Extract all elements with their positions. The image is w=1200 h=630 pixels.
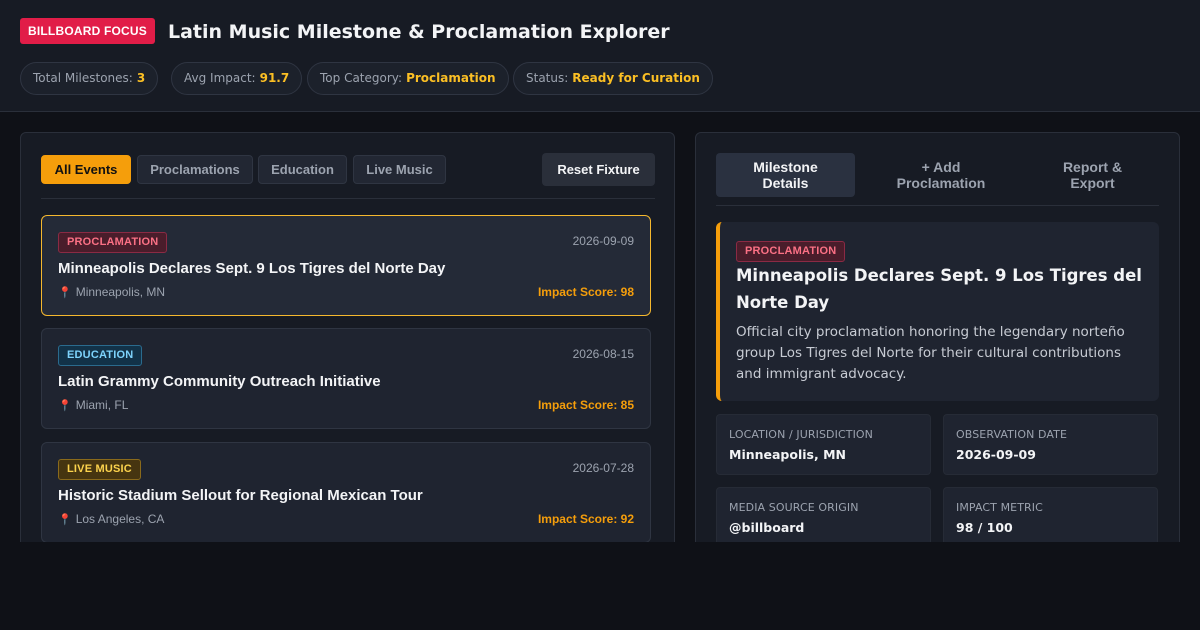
events-panel: All Events Proclamations Education Live … xyxy=(20,132,675,552)
info-location: LOCATION / JURISDICTION Minneapolis, MN xyxy=(716,414,931,475)
impact-score: Impact Score: 98 xyxy=(537,285,634,299)
event-card[interactable]: LIVE MUSIC 2026-07-28 Historic Stadium S… xyxy=(41,442,651,543)
tab-label-line: Report & xyxy=(1062,159,1123,175)
tab-report-export[interactable]: Report & Export xyxy=(1026,153,1159,197)
tab-milestone-details[interactable]: Milestone Details xyxy=(716,153,855,197)
filter-proclamations-button[interactable]: Proclamations xyxy=(137,155,253,184)
tab-label-line: Milestone xyxy=(753,159,818,175)
tab-label-line: Details xyxy=(762,175,809,191)
location-pin-icon: 📍 xyxy=(58,287,72,299)
stat-label: Total Milestones: xyxy=(33,71,133,85)
tab-label-line: + Add xyxy=(921,159,961,175)
stat-value: 91.7 xyxy=(259,71,290,85)
event-title: Minneapolis Declares Sept. 9 Los Tigres … xyxy=(58,260,446,277)
reset-fixture-button[interactable]: Reset Fixture xyxy=(542,153,655,186)
filter-education-button[interactable]: Education xyxy=(258,155,347,184)
event-date: 2026-07-28 xyxy=(572,461,634,475)
category-tag: LIVE MUSIC xyxy=(58,459,141,480)
event-location-text: Los Angeles, CA xyxy=(75,512,165,526)
stat-value: Proclamation xyxy=(406,71,496,85)
category-tag: PROCLAMATION xyxy=(736,241,846,262)
milestone-detail-card: PROCLAMATION Minneapolis Declares Sept. … xyxy=(716,222,1159,401)
filter-live-music-button[interactable]: Live Music xyxy=(353,155,446,184)
event-location-text: Miami, FL xyxy=(75,398,129,412)
impact-score: Impact Score: 92 xyxy=(537,512,634,526)
tab-label-line: Export xyxy=(1070,175,1115,191)
divider xyxy=(716,205,1159,206)
divider xyxy=(41,198,655,199)
event-location: 📍 Miami, FL xyxy=(58,398,128,412)
event-date: 2026-09-09 xyxy=(572,234,634,248)
category-tag: EDUCATION xyxy=(58,345,143,366)
info-label: LOCATION / JURISDICTION xyxy=(729,428,874,441)
event-location: 📍 Los Angeles, CA xyxy=(58,512,164,526)
stat-status: Status: Ready for Curation xyxy=(513,62,713,95)
page-title: Latin Music Milestone & Proclamation Exp… xyxy=(168,21,670,43)
stat-label: Status: xyxy=(526,71,569,85)
tab-label-line: Proclamation xyxy=(896,175,986,191)
brand-badge: BILLBOARD FOCUS xyxy=(20,18,155,44)
info-value: 2026-09-09 xyxy=(956,447,1036,462)
event-date: 2026-08-15 xyxy=(572,347,634,361)
filter-all-events-button[interactable]: All Events xyxy=(41,155,131,184)
info-impact-metric: IMPACT METRIC 98 / 100 xyxy=(943,487,1158,548)
event-location: 📍 Minneapolis, MN xyxy=(58,285,165,299)
info-label: MEDIA SOURCE ORIGIN xyxy=(729,501,859,514)
stat-top-category: Top Category: Proclamation xyxy=(307,62,509,95)
impact-score: Impact Score: 85 xyxy=(537,398,634,412)
info-label: IMPACT METRIC xyxy=(956,501,1043,514)
info-value: Minneapolis, MN xyxy=(729,447,846,462)
app-header: BILLBOARD FOCUS Latin Music Milestone & … xyxy=(0,0,1200,112)
event-location-text: Minneapolis, MN xyxy=(75,285,166,299)
detail-description: Official city proclamation honoring the … xyxy=(736,324,1125,382)
stat-avg-impact: Avg Impact: 91.7 xyxy=(171,62,303,95)
event-title: Latin Grammy Community Outreach Initiati… xyxy=(58,373,381,390)
location-pin-icon: 📍 xyxy=(58,514,72,526)
detail-title: Minneapolis Declares Sept. 9 Los Tigres … xyxy=(736,266,1142,312)
stat-label: Avg Impact: xyxy=(184,71,256,85)
event-title: Historic Stadium Sellout for Regional Me… xyxy=(58,487,423,504)
stat-total-milestones: Total Milestones: 3 xyxy=(20,62,159,95)
info-value: @billboard xyxy=(729,520,805,535)
event-card[interactable]: PROCLAMATION 2026-09-09 Minneapolis Decl… xyxy=(41,215,651,316)
info-observation-date: OBSERVATION DATE 2026-09-09 xyxy=(943,414,1158,475)
stat-value: Ready for Curation xyxy=(572,71,700,85)
tab-add-proclamation[interactable]: + Add Proclamation xyxy=(866,153,1016,197)
info-label: OBSERVATION DATE xyxy=(956,428,1068,441)
info-media-source: MEDIA SOURCE ORIGIN @billboard xyxy=(716,487,931,548)
page-footer-area xyxy=(0,542,1200,630)
stat-label: Top Category: xyxy=(320,71,403,85)
category-tag: PROCLAMATION xyxy=(58,232,168,253)
location-pin-icon: 📍 xyxy=(58,400,72,412)
detail-panel: Milestone Details + Add Proclamation Rep… xyxy=(695,132,1180,552)
stat-value: 3 xyxy=(136,71,146,85)
info-value: 98 / 100 xyxy=(956,520,1013,535)
event-card[interactable]: EDUCATION 2026-08-15 Latin Grammy Commun… xyxy=(41,328,651,429)
